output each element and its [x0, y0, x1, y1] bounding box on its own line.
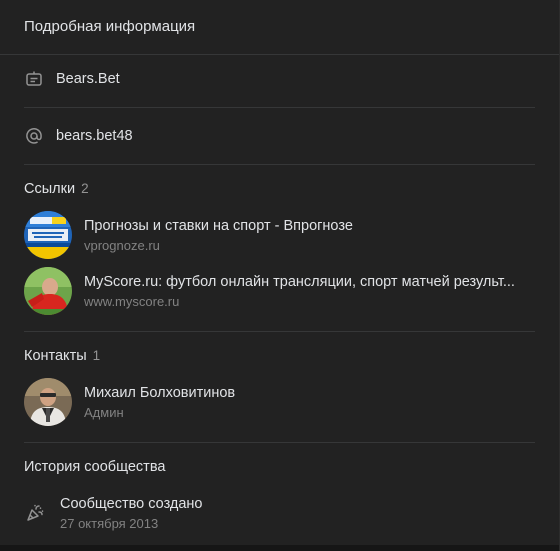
link-url: www.myscore.ru [84, 293, 180, 309]
links-title: Ссылки [24, 181, 76, 197]
history-event-date: 27 октября 2013 [60, 515, 159, 531]
history-event-title: Сообщество создано [60, 495, 203, 512]
community-name: Bears.Bet [56, 71, 120, 87]
divider [24, 442, 535, 443]
divider [24, 164, 535, 165]
at-icon [24, 126, 44, 146]
divider [24, 107, 535, 108]
bottom-edge [0, 545, 559, 551]
details-panel: Подробная информация Bears.Bet bears.bet… [0, 0, 560, 551]
contacts-section-title: Контакты 1 [24, 346, 100, 366]
link-thumbnail-myscore [24, 267, 72, 315]
links-count: 2 [81, 181, 89, 196]
link-item[interactable]: MyScore.ru: футбол онлайн трансляции, сп… [24, 267, 535, 315]
contact-item[interactable]: Михаил Болховитинов Админ [24, 378, 535, 426]
card-icon [24, 69, 44, 89]
party-popper-icon [24, 502, 46, 524]
link-thumbnail-vprognoze [24, 211, 72, 259]
divider [24, 331, 535, 332]
contacts-count: 1 [92, 348, 101, 363]
link-title: MyScore.ru: футбол онлайн трансляции, сп… [84, 273, 515, 290]
link-title: Прогнозы и ставки на спорт - Впрогнозе [84, 217, 353, 234]
community-name-row: Bears.Bet [24, 67, 120, 91]
link-url: vprognoze.ru [84, 237, 160, 253]
community-domain[interactable]: bears.bet48 [56, 128, 133, 144]
links-section-title: Ссылки 2 [24, 179, 89, 199]
avatar [24, 378, 72, 426]
community-domain-row: bears.bet48 [24, 124, 133, 148]
contact-role: Админ [84, 404, 124, 420]
history-event: Сообщество создано 27 октября 2013 [24, 493, 203, 533]
contacts-title: Контакты [24, 348, 87, 364]
history-section-title: История сообщества [24, 459, 166, 475]
divider [0, 54, 559, 55]
link-item[interactable]: Прогнозы и ставки на спорт - Впрогнозе v… [24, 211, 535, 259]
contact-name: Михаил Болховитинов [84, 384, 236, 401]
panel-title: Подробная информация [24, 18, 196, 35]
